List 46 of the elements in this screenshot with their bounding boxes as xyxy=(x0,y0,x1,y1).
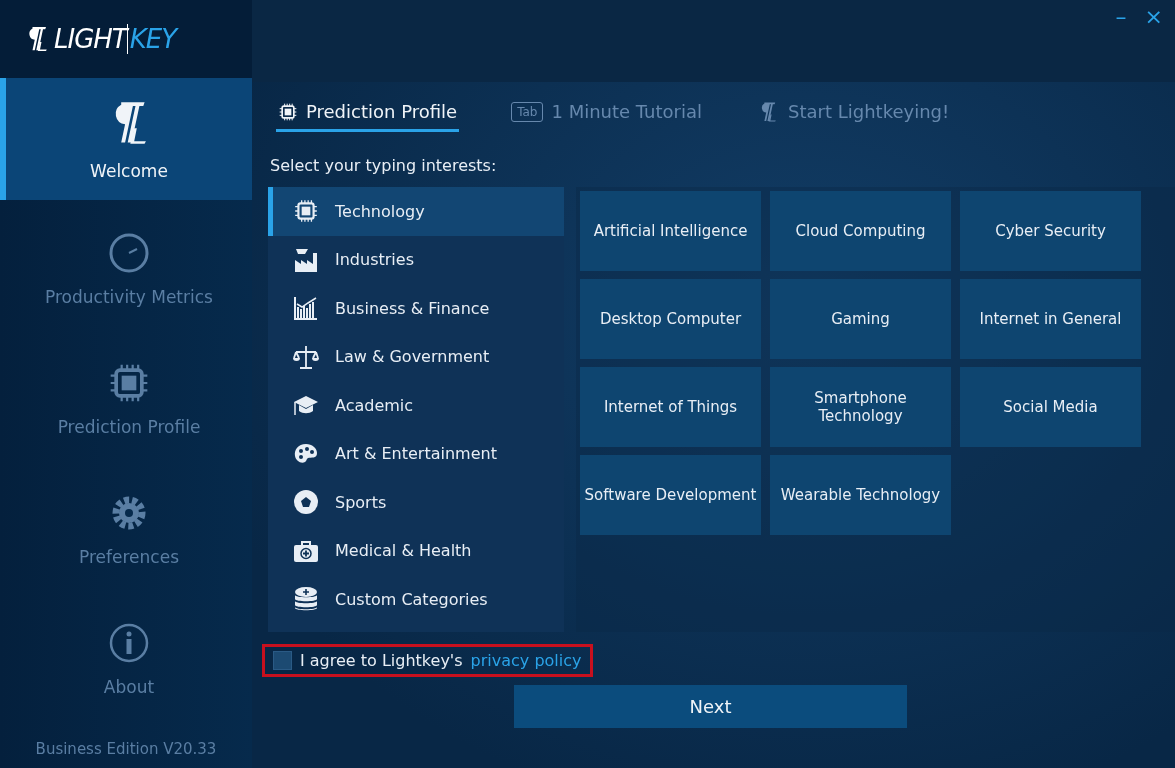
agree-checkbox[interactable] xyxy=(273,651,292,670)
factory-icon xyxy=(293,246,319,273)
logo-text: LIGHTKEY xyxy=(54,24,177,54)
coin-stack-icon xyxy=(293,586,319,613)
category-item[interactable]: Business & Finance xyxy=(268,284,564,333)
prompt-text: Select your typing interests: xyxy=(269,155,498,177)
chart-icon xyxy=(293,295,319,322)
interest-tile[interactable]: Cyber Security xyxy=(960,191,1141,271)
category-item[interactable]: Technology xyxy=(268,187,564,236)
step-tab[interactable]: Prediction Profile xyxy=(276,98,460,132)
sidebar-item[interactable]: Preferences xyxy=(0,468,252,590)
interest-tile[interactable]: Cloud Computing xyxy=(770,191,951,271)
interest-tile[interactable]: Internet in General xyxy=(960,279,1141,359)
category-item[interactable]: Custom Categories xyxy=(268,575,564,624)
gauge-icon xyxy=(107,231,151,275)
category-item[interactable]: Academic xyxy=(268,381,564,430)
interest-tile[interactable]: Gaming xyxy=(770,279,951,359)
close-button[interactable]: × xyxy=(1142,4,1165,29)
sidebar-item[interactable]: About xyxy=(0,598,252,720)
agree-label: I agree to Lightkey's xyxy=(300,651,463,670)
info-icon xyxy=(107,621,151,665)
interest-tile[interactable]: Wearable Technology xyxy=(770,455,951,535)
minimize-button[interactable]: – xyxy=(1113,4,1129,29)
sidebar-item[interactable]: Productivity Metrics xyxy=(0,208,252,330)
category-item[interactable]: Medical & Health xyxy=(268,526,564,575)
chip-icon xyxy=(293,198,319,225)
tab-key-icon: Tab xyxy=(511,101,544,122)
next-button[interactable]: Next xyxy=(514,685,907,728)
category-item[interactable]: Art & Entertainment xyxy=(268,429,564,478)
step-tab[interactable]: Tab 1 Minute Tutorial xyxy=(509,98,704,132)
interest-tile[interactable]: Internet of Things xyxy=(580,367,761,447)
interest-tile[interactable]: Software Development xyxy=(580,455,761,535)
interest-tile[interactable]: Social Media xyxy=(960,367,1141,447)
version-label: Business Edition V20.33 xyxy=(34,740,218,760)
ai-chip-icon xyxy=(278,101,298,122)
category-item[interactable]: Industries xyxy=(268,235,564,284)
privacy-policy-link[interactable]: privacy policy xyxy=(470,651,582,670)
category-item[interactable]: Sports xyxy=(268,478,564,527)
sidebar-item[interactable]: Prediction Profile xyxy=(0,338,252,460)
sidebar-item[interactable]: Welcome xyxy=(0,78,252,200)
interest-tile[interactable]: Desktop Computer xyxy=(580,279,761,359)
soccer-ball-icon xyxy=(293,489,319,516)
category-item[interactable]: Law & Government xyxy=(268,332,564,381)
scales-icon xyxy=(293,343,319,370)
interest-tile[interactable]: Smartphone Technology xyxy=(770,367,951,447)
interest-tile[interactable]: Artificial Intelligence xyxy=(580,191,761,271)
